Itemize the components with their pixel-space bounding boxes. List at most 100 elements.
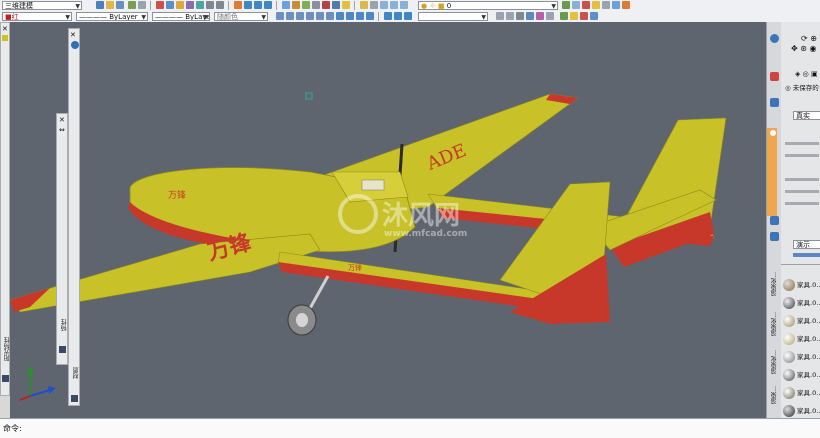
undo-icon[interactable] [206, 1, 214, 9]
lineweight-combo[interactable]: ———— ByLayer ▼ [152, 12, 210, 21]
material-item[interactable]: 家具.0... [783, 276, 820, 294]
material-item[interactable]: 家具.0... [783, 330, 820, 348]
wireframe-2d-icon[interactable] [496, 12, 504, 20]
visual-style-combo[interactable]: 真实 [793, 111, 820, 120]
tool-palette-tab-2[interactable]: 渲染化... [770, 312, 779, 336]
view-nw-iso-icon[interactable] [366, 12, 374, 20]
material-item[interactable]: 家具.0... [783, 312, 820, 330]
open-icon[interactable] [106, 1, 114, 9]
materials-icon[interactable] [770, 216, 779, 225]
design-center-icon[interactable] [292, 1, 300, 9]
navigation-icon[interactable] [770, 34, 779, 43]
auto-hide-icon[interactable]: ⇔ [59, 126, 65, 134]
render-environment-icon[interactable] [590, 12, 598, 20]
orbit-tool-icon[interactable]: ⟳ ⊕ [801, 34, 817, 43]
model-viewport[interactable]: ADE 万锋 万锋 万锋 沐风网 www.mfcad.com [10, 22, 766, 418]
layer-state-icon[interactable] [370, 1, 378, 9]
calculator-icon[interactable] [332, 1, 340, 9]
unsaved-style[interactable]: ◎ 未保存的 [785, 82, 819, 92]
tool-palette-tab-3[interactable]: 渲染化... [770, 350, 779, 374]
conceptual-icon[interactable] [536, 12, 544, 20]
view-right-icon[interactable] [306, 12, 314, 20]
sun-properties-palette[interactable]: ✕ 阳光特性 [0, 22, 11, 396]
view-top-icon[interactable] [276, 12, 284, 20]
palette-options-icon[interactable] [59, 346, 66, 353]
layer-lock-icon[interactable] [602, 1, 610, 9]
layer-walk-icon[interactable] [572, 1, 580, 9]
help-icon[interactable] [342, 1, 350, 9]
tool-palettes-icon[interactable] [302, 1, 310, 9]
wireframe-3d-icon[interactable] [506, 12, 514, 20]
free-orbit-icon[interactable] [394, 12, 402, 20]
render-icon[interactable] [560, 12, 568, 20]
close-icon[interactable]: ✕ [59, 116, 65, 124]
layer-off-icon[interactable] [582, 1, 590, 9]
view-back-icon[interactable] [316, 12, 324, 20]
materials-icon[interactable] [580, 12, 588, 20]
workspace-combo[interactable]: 三维建模 ▼ [2, 1, 82, 10]
material-item[interactable]: 家具.0... [783, 294, 820, 312]
view-bottom-icon[interactable] [326, 12, 334, 20]
palette-options-icon[interactable] [2, 375, 9, 382]
sheet-set-icon[interactable] [312, 1, 320, 9]
visual-style-tools[interactable]: ◈ ◎ ▣ [795, 70, 818, 78]
layer-delete-icon[interactable] [622, 1, 630, 9]
layer-isolate-icon[interactable] [390, 1, 398, 9]
realistic-icon[interactable] [526, 12, 534, 20]
zoom-realtime-icon[interactable] [244, 1, 252, 9]
layer-merge-icon[interactable] [612, 1, 620, 9]
preview-icon[interactable] [138, 1, 146, 9]
layer-previous-icon[interactable] [380, 1, 388, 9]
close-icon[interactable]: ✕ [70, 31, 76, 39]
layer-freeze-icon[interactable] [592, 1, 600, 9]
brightness-slider[interactable] [785, 142, 819, 145]
view-sw-iso-icon[interactable] [336, 12, 344, 20]
lights-icon[interactable] [570, 12, 578, 20]
print-icon[interactable] [128, 1, 136, 9]
block-editor-icon[interactable] [196, 1, 204, 9]
time-slider[interactable] [785, 190, 819, 193]
tool-palette-tab-1[interactable]: 渲染化... [770, 272, 779, 296]
paste-icon[interactable] [176, 1, 184, 9]
copy-icon[interactable] [166, 1, 174, 9]
view-left-icon[interactable] [296, 12, 304, 20]
linetype-combo[interactable]: ———— ByLayer ▼ [76, 12, 148, 21]
pan-icon[interactable] [234, 1, 242, 9]
continuous-orbit-icon[interactable] [404, 12, 412, 20]
visual-style-icon[interactable] [770, 72, 779, 81]
layer-manager-icon[interactable] [360, 1, 368, 9]
layer-unisolate-icon[interactable] [400, 1, 408, 9]
view-ne-iso-icon[interactable] [356, 12, 364, 20]
layer-combo[interactable]: ● ☼ ■ 0 ▼ [418, 1, 558, 10]
hidden-icon[interactable] [516, 12, 524, 20]
pan-tool-icon[interactable]: ✥ ⊛ ◉ [791, 44, 816, 53]
tool-palette-tab-4[interactable]: 渲染... [770, 386, 779, 404]
materials-palette[interactable]: ✕ 材质 [68, 28, 80, 406]
material-item[interactable]: 家具.0... [783, 366, 820, 384]
zoom-previous-icon[interactable] [264, 1, 272, 9]
view-se-iso-icon[interactable] [346, 12, 354, 20]
contrast-slider[interactable] [785, 154, 819, 157]
save-icon[interactable] [116, 1, 124, 9]
properties-palette[interactable]: ✕ ⇔ 特性 [56, 113, 68, 365]
match-properties-icon[interactable] [186, 1, 194, 9]
color-combo[interactable]: ■红 ▼ [2, 12, 72, 21]
zoom-window-icon[interactable] [254, 1, 262, 9]
cut-icon[interactable] [156, 1, 164, 9]
properties-icon[interactable] [282, 1, 290, 9]
material-item[interactable]: 家具.0... [783, 384, 820, 402]
visual-style-manager-icon[interactable] [770, 98, 779, 107]
make-current-icon[interactable] [562, 1, 570, 9]
command-line[interactable]: 命令: [0, 418, 820, 438]
render-preset-combo[interactable]: 演示 [793, 240, 820, 249]
palette-options-icon[interactable] [71, 395, 78, 402]
visual-style-manager-icon[interactable] [546, 12, 554, 20]
sun-slider[interactable] [785, 178, 819, 181]
orbit-icon[interactable] [384, 12, 392, 20]
new-icon[interactable] [96, 1, 104, 9]
render-quality-slider[interactable] [793, 253, 820, 257]
ucs-combo[interactable]: ▼ [418, 12, 488, 21]
render-icon[interactable] [770, 232, 779, 241]
view-front-icon[interactable] [286, 12, 294, 20]
plotstyle-combo[interactable]: 随颜色 ▼ [214, 12, 268, 21]
